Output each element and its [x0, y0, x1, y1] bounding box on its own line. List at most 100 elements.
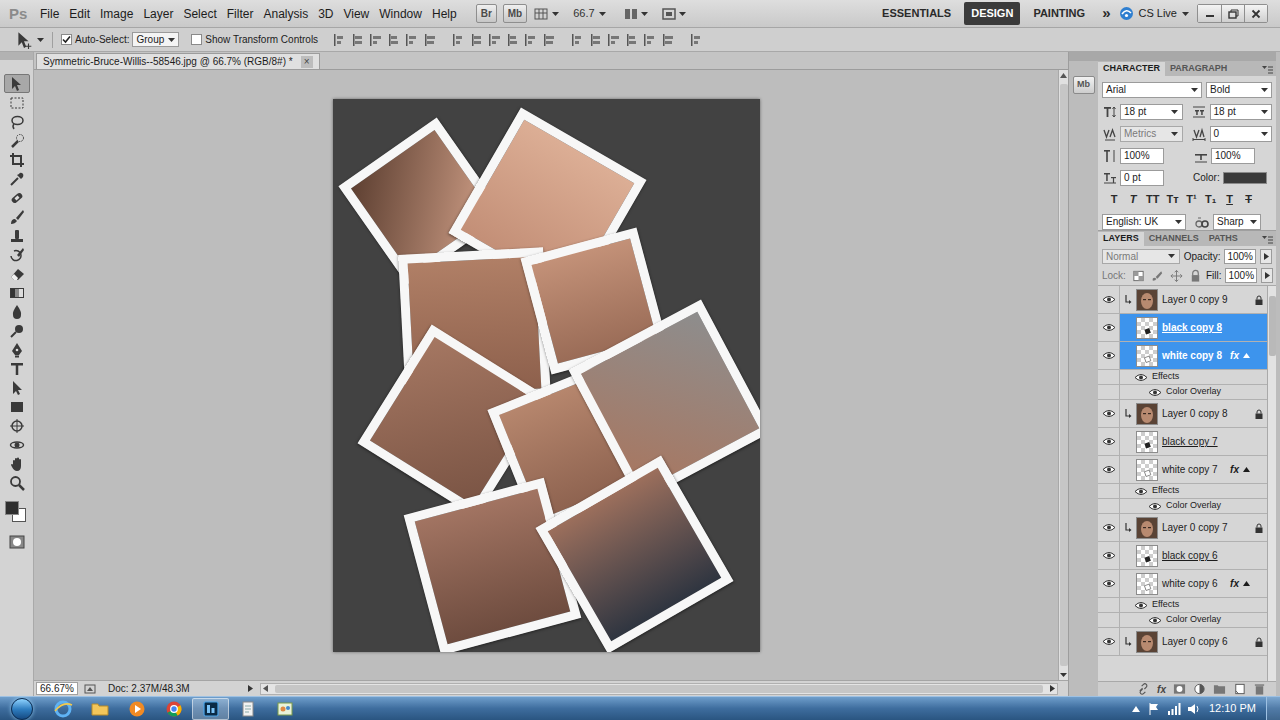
expand-triangle-icon[interactable] — [1243, 580, 1250, 588]
align-icon[interactable] — [386, 32, 401, 48]
eye-icon[interactable] — [1148, 615, 1162, 625]
panel-tab[interactable]: CHANNELS — [1144, 232, 1204, 246]
quick-mask-icon[interactable] — [7, 534, 27, 550]
auto-select-target[interactable]: Group — [136, 32, 164, 47]
layer-name[interactable]: black copy 6 — [1162, 550, 1218, 561]
type-style-button[interactable]: T — [1243, 191, 1255, 208]
dropdown-arrow-icon[interactable] — [36, 38, 44, 42]
align-icon[interactable] — [505, 32, 520, 48]
media-player-icon[interactable] — [118, 698, 155, 720]
dropdown-arrow-icon[interactable] — [167, 38, 175, 42]
action-center-icon[interactable] — [1147, 702, 1161, 716]
layer-thumbnail[interactable] — [1136, 403, 1158, 425]
layer-name[interactable]: Layer 0 copy 6 — [1162, 636, 1228, 647]
font-family-dropdown[interactable]: Arial — [1102, 82, 1202, 98]
baseline-shift-field[interactable]: 0 pt — [1120, 170, 1164, 186]
arrange-documents-button[interactable] — [623, 6, 649, 22]
photoshop-icon[interactable] — [192, 698, 229, 720]
document-title[interactable]: Symmetric-Bruce-Willis--58546.jpg @ 66.7… — [43, 54, 293, 69]
align-icon[interactable] — [368, 32, 383, 48]
fx-badge[interactable]: fx — [1230, 576, 1239, 591]
visibility-cell[interactable] — [1098, 342, 1120, 369]
layer-name[interactable]: white copy 8 — [1162, 350, 1222, 361]
crop-icon[interactable] — [4, 150, 30, 169]
new-group-icon[interactable] — [1213, 683, 1226, 696]
slider-arrow-icon[interactable] — [1261, 268, 1273, 283]
layer-name[interactable]: white copy 7 — [1162, 464, 1218, 475]
expand-triangle-icon[interactable] — [1243, 552, 1250, 560]
opacity-field[interactable]: 100% — [1224, 249, 1256, 264]
visibility-cell[interactable] — [1098, 598, 1120, 612]
zoom-value[interactable]: 66.7 — [573, 5, 594, 22]
effect-row[interactable]: Color Overlay — [1098, 613, 1267, 628]
cs-live-button[interactable]: CS Live — [1118, 5, 1189, 22]
dropdown-arrow-icon[interactable] — [551, 12, 559, 16]
align-icon[interactable] — [451, 32, 466, 48]
visibility-cell[interactable] — [1098, 456, 1120, 483]
eye-icon[interactable] — [1148, 387, 1162, 397]
layer-name-wrap[interactable]: Layer 0 copy 7 — [1162, 520, 1239, 535]
effect-row[interactable]: Color Overlay — [1098, 385, 1267, 400]
eye-icon[interactable] — [1102, 523, 1116, 533]
expand-triangle-icon[interactable] — [1243, 296, 1250, 304]
mini-bridge-panel-button[interactable]: Mb — [1073, 76, 1095, 94]
workspace-button[interactable]: PAINTING — [1026, 2, 1092, 25]
dropdown-arrow-icon[interactable] — [1249, 220, 1257, 224]
layer-name-wrap[interactable]: Layer 0 copy 8 — [1162, 406, 1239, 421]
layer-thumbnail[interactable] — [1136, 317, 1158, 339]
text-color-swatch[interactable] — [1223, 172, 1267, 184]
quick-selection-icon[interactable] — [4, 131, 30, 150]
layer-name-wrap[interactable]: Layer 0 copy 6 — [1162, 634, 1239, 649]
antialias[interactable]: Sharp — [1217, 214, 1244, 229]
align-icon[interactable] — [624, 32, 639, 48]
close-document-button[interactable]: × — [301, 56, 313, 68]
workspace-button[interactable]: ESSENTIALS — [875, 2, 958, 25]
eye-icon[interactable] — [1134, 372, 1148, 382]
language-dropdown[interactable]: English: UK — [1102, 214, 1186, 230]
layer-name-wrap[interactable]: white copy 7 — [1162, 462, 1226, 477]
expand-triangle-icon[interactable] — [1243, 438, 1250, 446]
eye-icon[interactable] — [1134, 486, 1148, 496]
layer-name-wrap[interactable]: black copy 6 — [1162, 548, 1239, 563]
align-icon[interactable] — [642, 32, 657, 48]
type-style-button[interactable]: TT — [1146, 191, 1159, 208]
windows-logo-icon[interactable] — [11, 698, 33, 720]
layer-name-wrap[interactable]: black copy 7 — [1162, 434, 1239, 449]
scroll-thumb[interactable] — [275, 685, 1043, 693]
panel-tab[interactable]: LAYERS — [1098, 232, 1144, 246]
align-icon[interactable] — [660, 32, 675, 48]
layer-row[interactable]: white copy 6fx — [1098, 570, 1267, 598]
eraser-icon[interactable] — [4, 264, 30, 283]
type-style-button[interactable]: T — [1224, 191, 1236, 208]
layer-row[interactable]: black copy 8 — [1098, 314, 1267, 342]
dropdown-arrow-icon[interactable] — [1171, 110, 1179, 114]
visibility-cell[interactable] — [1098, 385, 1120, 399]
font-style-dropdown[interactable]: Bold — [1206, 82, 1272, 98]
blend-mode-dropdown[interactable]: Normal — [1102, 249, 1180, 264]
horizontal-scale-field[interactable]: 100% — [1211, 148, 1255, 164]
adjustment-layer-icon[interactable] — [1193, 683, 1206, 696]
internet-explorer-icon[interactable] — [44, 698, 81, 720]
expand-triangle-icon[interactable] — [1243, 324, 1250, 332]
minimize-icon[interactable] — [1198, 5, 1221, 22]
chrome-icon[interactable] — [155, 698, 192, 720]
slider-arrow-icon[interactable] — [1260, 249, 1272, 264]
vertical-scale-field[interactable]: 100% — [1120, 148, 1164, 164]
layer-row[interactable]: Layer 0 copy 7 — [1098, 514, 1267, 542]
align-icon[interactable] — [541, 32, 556, 48]
lock-position-icon[interactable] — [1170, 269, 1183, 282]
tool-preset-picker[interactable] — [14, 30, 44, 50]
expand-triangle-icon[interactable] — [1243, 410, 1250, 418]
visibility-cell[interactable] — [1098, 428, 1120, 455]
notepad-icon[interactable] — [229, 698, 266, 720]
align-icon[interactable] — [588, 32, 603, 48]
scroll-down-icon[interactable] — [1060, 670, 1067, 680]
kerning[interactable]: Metrics — [1124, 126, 1156, 141]
start-button[interactable] — [0, 698, 44, 720]
layer-name[interactable]: Layer 0 copy 8 — [1162, 408, 1228, 419]
eye-icon[interactable] — [1102, 409, 1116, 419]
dropdown-arrow-icon[interactable] — [1174, 220, 1182, 224]
menu-item[interactable]: Edit — [64, 3, 95, 25]
layer-name[interactable]: Layer 0 copy 9 — [1162, 294, 1228, 305]
status-menu-icon[interactable] — [246, 683, 256, 695]
